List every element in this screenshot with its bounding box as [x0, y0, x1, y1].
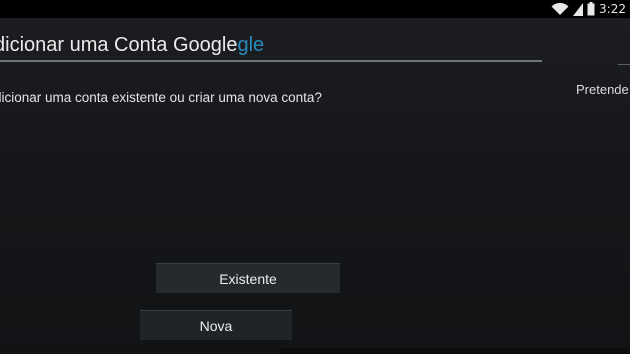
- existing-button-label: Existente: [219, 270, 277, 287]
- side-panel-text: Pretende: [576, 82, 629, 97]
- setup-screen: 3:22 dicionar uma Conta Googlegle Preten…: [0, 0, 630, 354]
- title-divider: [0, 60, 542, 62]
- new-account-button[interactable]: Nova: [140, 310, 292, 340]
- bottom-shade: [280, 348, 630, 354]
- clock: 3:22: [599, 2, 626, 16]
- battery-icon: [587, 2, 595, 16]
- signal-icon: [573, 2, 584, 16]
- page-title: dicionar uma Conta Googlegle: [0, 34, 264, 57]
- side-panel-edge: [618, 34, 630, 65]
- wifi-icon: [551, 2, 569, 16]
- new-button-label: Nova: [199, 317, 233, 334]
- title-accent: gle: [237, 34, 265, 56]
- title-text: dicionar uma Conta Google: [0, 34, 238, 56]
- status-bar: 3:22: [0, 0, 630, 18]
- question-text: dicionar uma conta existente ou criar um…: [0, 90, 322, 105]
- status-icons: 3:22: [551, 1, 626, 17]
- existing-account-button[interactable]: Existente: [156, 263, 340, 293]
